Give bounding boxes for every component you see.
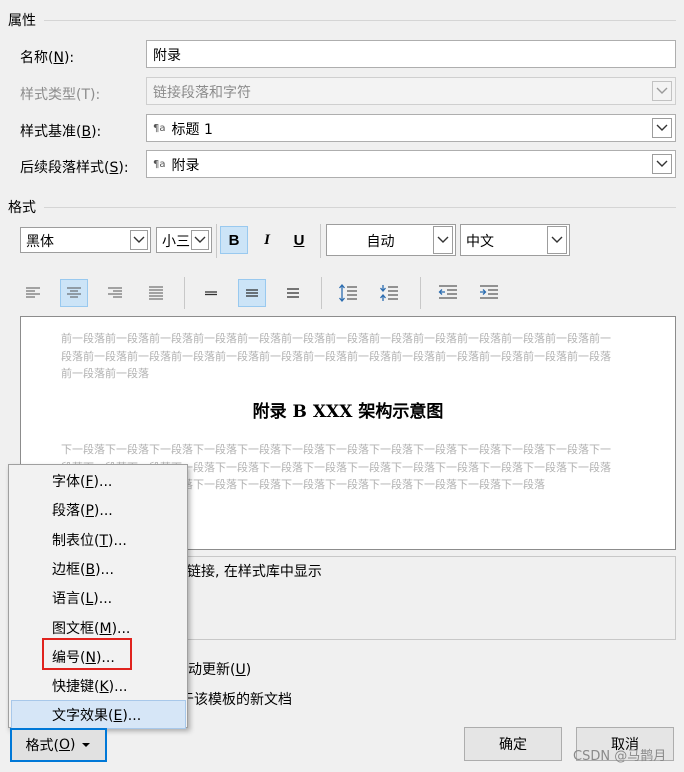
name-label: 名称(N):	[20, 50, 75, 66]
format-menu-button[interactable]: 格式(O)	[10, 728, 107, 762]
bold-button[interactable]: B	[220, 226, 248, 254]
one-half-spacing-icon[interactable]	[238, 279, 266, 307]
new-documents-option[interactable]: 于该模板的新文档	[180, 689, 292, 709]
format-dropdown-menu: 字体(F)... 段落(P)... 制表位(T)... 边框(B)... 语言(L)..…	[8, 464, 188, 730]
following-style-label: 后续段落样式(S):	[20, 160, 129, 176]
decrease-paragraph-spacing-icon[interactable]	[375, 279, 403, 307]
menu-item[interactable]: 快捷键(K)...	[11, 671, 186, 700]
chevron-down-icon[interactable]	[652, 118, 672, 138]
paragraph-style-icon: ¶a	[153, 159, 166, 170]
toolbar-separator	[320, 224, 321, 258]
previous-paragraph-sample: 前一段落前一段落前一段落前一段落前一段落前一段落前一段落前一段落前一段落前一段落…	[61, 332, 611, 380]
toolbar-separator	[420, 277, 421, 309]
increase-paragraph-spacing-icon[interactable]	[334, 279, 362, 307]
format-divider	[44, 207, 676, 208]
single-spacing-icon[interactable]	[197, 279, 225, 307]
style-type-label: 样式类型(T):	[20, 87, 101, 103]
numbering-highlight-box	[42, 638, 132, 670]
align-center-icon[interactable]	[60, 279, 88, 307]
following-style-select[interactable]: ¶a 附录	[146, 150, 676, 178]
italic-button[interactable]: I	[253, 226, 281, 254]
font-select[interactable]: 黑体	[20, 227, 151, 253]
based-on-select[interactable]: ¶a 标题 1	[146, 114, 676, 142]
double-spacing-icon[interactable]	[279, 279, 307, 307]
caret-down-icon	[82, 743, 91, 747]
chevron-down-icon[interactable]	[652, 154, 672, 174]
toolbar-separator	[321, 277, 322, 309]
format-section-title: 格式	[8, 200, 36, 216]
menu-item[interactable]: 段落(P)...	[11, 495, 186, 524]
toolbar-separator	[216, 224, 217, 258]
align-right-icon[interactable]	[101, 279, 129, 307]
menu-item[interactable]: 制表位(T)...	[11, 525, 186, 554]
chevron-down-icon[interactable]	[191, 230, 209, 250]
chevron-down-icon[interactable]	[433, 226, 453, 254]
underline-button[interactable]: U	[285, 226, 313, 254]
preview-heading: 附录 B XXX 架构示意图	[252, 402, 444, 422]
increase-indent-icon[interactable]	[475, 279, 503, 307]
paragraph-style-icon: ¶a	[153, 123, 166, 134]
watermark: CSDN @马鹊月	[573, 749, 667, 764]
language-select[interactable]: 中文	[460, 224, 570, 256]
menu-item[interactable]: 语言(L)...	[11, 583, 186, 612]
font-size-select[interactable]: 小三	[156, 227, 212, 253]
menu-item[interactable]: 字体(F)...	[11, 466, 186, 495]
chevron-down-icon[interactable]	[652, 81, 672, 101]
chevron-down-icon[interactable]	[547, 226, 567, 254]
style-type-select[interactable]: 链接段落和字符	[146, 77, 676, 105]
menu-item[interactable]: 边框(B)...	[11, 554, 186, 583]
ok-button[interactable]: 确定	[464, 727, 562, 761]
auto-update-option[interactable]: 动更新(U)	[188, 659, 251, 679]
justify-icon[interactable]	[142, 279, 170, 307]
toolbar-separator	[184, 277, 185, 309]
properties-divider	[44, 20, 676, 21]
chevron-down-icon[interactable]	[130, 230, 148, 250]
align-left-icon[interactable]	[19, 279, 47, 307]
font-color-select[interactable]: 自动	[326, 224, 456, 256]
based-on-label: 样式基准(B):	[20, 124, 102, 140]
name-field[interactable]: 附录	[146, 40, 676, 68]
menu-item[interactable]: 文字效果(E)...	[11, 700, 186, 730]
decrease-indent-icon[interactable]	[434, 279, 462, 307]
properties-section-title: 属性	[8, 13, 36, 29]
